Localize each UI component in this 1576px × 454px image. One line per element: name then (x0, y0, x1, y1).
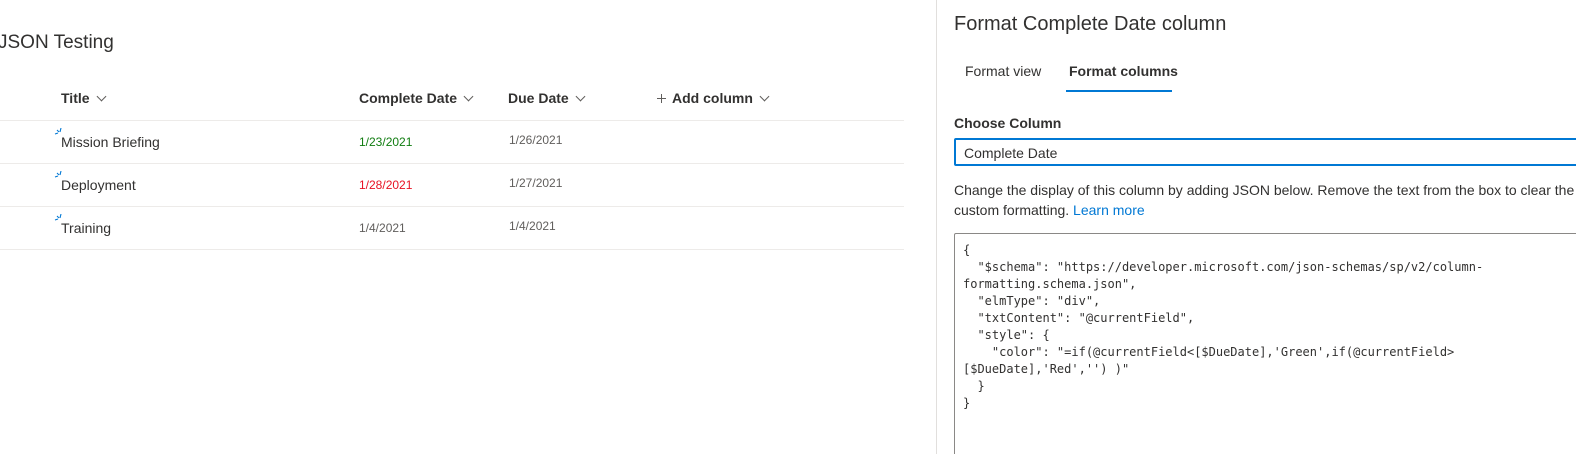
json-line: "txtContent": "@currentField", (963, 311, 1195, 325)
cell-title[interactable]: Training (61, 220, 111, 236)
add-column-label: Add column (672, 90, 753, 106)
column-header-due-date-label: Due Date (508, 90, 569, 106)
chevron-down-icon (463, 91, 474, 101)
choose-column-dropdown[interactable]: Complete Date (954, 138, 1576, 166)
column-header-title[interactable]: Title (61, 90, 106, 106)
list-title: JSON Testing (0, 32, 114, 53)
learn-more-link[interactable]: Learn more (1073, 202, 1145, 218)
chevron-down-icon (759, 91, 770, 101)
json-line: } (963, 379, 985, 393)
json-line: "color": "=if(@currentField<[$DueDate],'… (963, 345, 1455, 359)
json-line: "elmType": "div", (963, 294, 1101, 308)
choose-column-value: Complete Date (964, 145, 1058, 161)
json-line: "style": { (963, 328, 1050, 342)
cell-complete-date: 1/4/2021 (359, 221, 406, 235)
add-column-button[interactable]: Add column (657, 90, 770, 106)
choose-column-label: Choose Column (954, 115, 1062, 131)
cell-title[interactable]: Mission Briefing (61, 134, 160, 150)
table-row[interactable]: Mission Briefing 1/23/2021 1/26/2021 (0, 121, 904, 164)
screen: JSON Testing Title Complete Date Due Dat… (0, 0, 1576, 454)
cell-due-date: 1/4/2021 (509, 219, 556, 233)
json-editor[interactable]: { "$schema": "https://developer.microsof… (954, 233, 1576, 454)
chevron-down-icon (575, 91, 586, 101)
table-row[interactable]: Training 1/4/2021 1/4/2021 (0, 207, 904, 250)
cell-due-date: 1/26/2021 (509, 133, 563, 147)
column-header-complete-date[interactable]: Complete Date (359, 90, 474, 106)
plus-icon (657, 93, 666, 103)
help-text-body: Change the display of this column by add… (954, 182, 1575, 218)
cell-complete-date: 1/23/2021 (359, 135, 413, 149)
json-line: [$DueDate],'Red','') )" (963, 362, 1130, 376)
chevron-down-icon (96, 91, 106, 101)
column-header-row: Title Complete Date Due Date Add column (0, 78, 904, 121)
panel-title: Format Complete Date column (954, 13, 1227, 35)
tab-format-columns[interactable]: Format columns (1069, 63, 1178, 79)
help-text: Change the display of this column by add… (954, 180, 1576, 220)
cell-complete-date: 1/28/2021 (359, 178, 413, 192)
cell-due-date: 1/27/2021 (509, 176, 563, 190)
json-line: } (963, 396, 971, 410)
format-column-panel: Format Complete Date column Format view … (936, 0, 1576, 454)
list-view: JSON Testing Title Complete Date Due Dat… (0, 0, 936, 454)
json-line: "$schema": "https://developer.microsoft.… (963, 260, 1484, 274)
active-tab-indicator (1066, 90, 1172, 92)
column-header-complete-date-label: Complete Date (359, 90, 458, 106)
json-line: { (963, 243, 971, 257)
json-line: formatting.schema.json", (963, 277, 1137, 291)
column-header-due-date[interactable]: Due Date (508, 90, 586, 106)
column-header-title-label: Title (61, 90, 90, 106)
tab-format-view[interactable]: Format view (965, 63, 1041, 79)
cell-title[interactable]: Deployment (61, 177, 136, 193)
table-row[interactable]: Deployment 1/28/2021 1/27/2021 (0, 164, 904, 207)
